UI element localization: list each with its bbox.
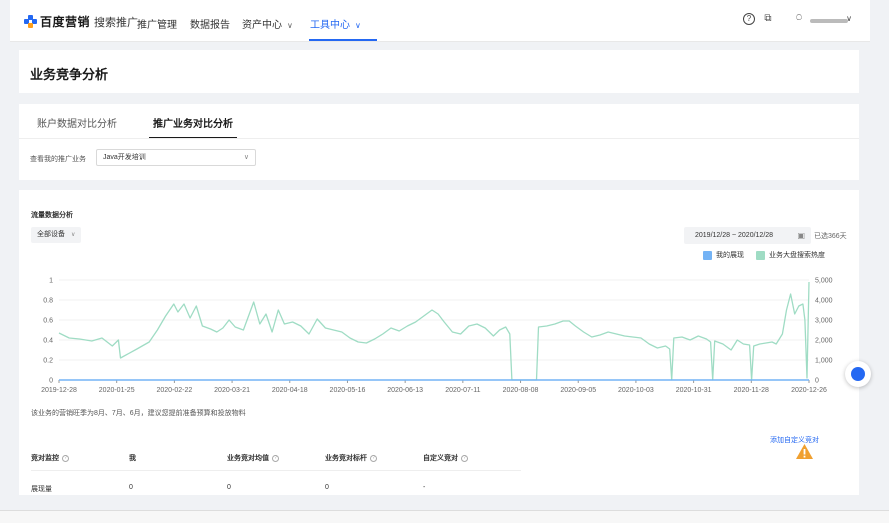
traffic-analysis-card: 流量数据分析 全部设备 ∨ 2019/12/28 ~ 2020/12/28 ▣ … xyxy=(19,190,859,495)
chevron-down-icon: ∨ xyxy=(70,232,76,238)
selected-days-count: 已选366天 xyxy=(814,233,847,240)
nav-item-data-report[interactable]: 数据报告 xyxy=(190,16,230,31)
business-select[interactable]: Java开发培训 ∨ xyxy=(96,149,256,166)
y-left-tick-label: 0.2 xyxy=(43,358,53,365)
help-icon[interactable]: ? xyxy=(461,454,468,462)
nav-item-tool-center[interactable]: 工具中心 ∨ xyxy=(310,16,361,31)
legend-swatch xyxy=(756,250,765,260)
y-left-tick-label: 1 xyxy=(49,278,53,285)
chevron-down-icon: ∨ xyxy=(287,21,293,30)
user-icon[interactable]: ⍥ xyxy=(793,13,805,25)
traffic-line-chart: 0 0 0.2 1,000 0.4 2,000 0.6 3,000 0.8 4,000 1 5,000… xyxy=(41,278,833,395)
y-left-tick-label: 0.4 xyxy=(43,338,53,345)
y-left-tick-label: 0 xyxy=(49,378,53,385)
x-tick-label: 2020-02-22 xyxy=(156,387,192,394)
help-icon[interactable]: ? xyxy=(743,13,755,25)
page-title: 业务竞争分析 xyxy=(30,67,109,82)
help-icon[interactable]: ? xyxy=(62,454,69,462)
legend-item-mine[interactable]: 我的展现 xyxy=(703,250,744,260)
series-line-market-heat xyxy=(58,281,810,381)
y-right-tick-label: 3,000 xyxy=(815,318,833,325)
tab-business-comparison[interactable]: 推广业务对比分析 xyxy=(153,115,233,130)
table-divider xyxy=(31,470,521,471)
active-nav-indicator xyxy=(309,39,377,41)
peak-season-note: 该业务的营销旺季为8月、7月、6月，建议您提前准备预算和投放物料 xyxy=(31,410,246,417)
chevron-down-icon[interactable]: ∨ xyxy=(843,13,855,25)
x-tick-label: 2020-05-16 xyxy=(330,387,366,394)
column-header-competitor-monitoring: 竞对监控? xyxy=(31,453,69,463)
x-tick-label: 2020-01-25 xyxy=(99,387,135,394)
table-cell-metric: 展现量 xyxy=(31,486,52,493)
table-cell-custom: - xyxy=(423,484,426,491)
y-right-tick-label: 5,000 xyxy=(815,278,833,285)
legend-label: 业务大盘搜索热度 xyxy=(769,252,825,259)
customer-service-button[interactable] xyxy=(845,361,871,387)
x-tick-label: 2020-09-05 xyxy=(560,387,596,394)
x-tick-label: 2020-12-26 xyxy=(791,387,827,394)
calendar-icon: ▣ xyxy=(797,231,805,240)
column-header-custom-competitor: 自定义竞对? xyxy=(423,453,468,463)
business-select-label: 查看我的推广业务 xyxy=(30,156,86,163)
divider xyxy=(19,138,859,139)
column-header-competitor-average: 业务竞对均值? xyxy=(227,453,279,463)
y-right-tick-label: 0 xyxy=(815,378,819,385)
y-left-tick-label: 0.6 xyxy=(43,318,53,325)
column-header-me: 我 xyxy=(129,455,136,462)
column-header-competitor-benchmark: 业务竞对标杆? xyxy=(325,453,377,463)
legend-label: 我的展现 xyxy=(716,252,744,259)
top-navigation: 百度营销 搜索推广 推广管理 数据报告 资产中心 ∨ 工具中心 ∨ ? ⧉ ⍥ ∨ xyxy=(10,0,870,42)
y-right-tick-label: 2,000 xyxy=(815,338,833,345)
x-tick-label: 2020-10-31 xyxy=(676,387,712,394)
bottom-bar xyxy=(0,510,889,523)
y-right-tick-label: 4,000 xyxy=(815,298,833,305)
date-range-value: 2019/12/28 ~ 2020/12/28 xyxy=(695,232,774,239)
brand-name: 百度营销 xyxy=(40,15,91,29)
chevron-down-icon: ∨ xyxy=(355,21,361,30)
x-tick-label: 2020-06-13 xyxy=(387,387,423,394)
x-tick-label: 2020-03-21 xyxy=(214,387,250,394)
legend-swatch xyxy=(703,250,712,260)
warning-icon xyxy=(796,444,813,459)
chevron-down-icon: ∨ xyxy=(243,154,249,161)
date-range-picker[interactable]: 2019/12/28 ~ 2020/12/28 ▣ xyxy=(684,227,811,244)
table-cell-benchmark: 0 xyxy=(325,484,329,491)
business-select-value: Java开发培训 xyxy=(103,154,146,161)
brand[interactable]: 百度营销 搜索推广 xyxy=(24,13,138,30)
y-right-tick-label: 1,000 xyxy=(815,358,833,365)
chat-icon xyxy=(851,367,865,381)
legend-item-market[interactable]: 业务大盘搜索热度 xyxy=(756,250,825,260)
x-tick-label: 2020-04-18 xyxy=(272,387,308,394)
baidu-marketing-logo-icon xyxy=(24,15,37,28)
tabs-filter-card: 账户数据对比分析 推广业务对比分析 查看我的推广业务 Java开发培训 ∨ xyxy=(19,104,859,180)
help-icon[interactable]: ? xyxy=(370,454,377,462)
tab-account-data-comparison[interactable]: 账户数据对比分析 xyxy=(37,115,117,130)
traffic-section-title: 流量数据分析 xyxy=(31,212,73,219)
device-select[interactable]: 全部设备 ∨ xyxy=(31,227,82,243)
page-header-card: 业务竞争分析 xyxy=(19,50,859,93)
table-cell-average: 0 xyxy=(227,484,231,491)
x-tick-label: 2020-07-11 xyxy=(445,387,480,394)
nav-item-asset-center[interactable]: 资产中心 ∨ xyxy=(242,16,293,31)
brand-subtitle: 搜索推广 xyxy=(94,16,139,29)
x-tick-label: 2020-08-08 xyxy=(503,387,539,394)
device-select-value: 全部设备 xyxy=(37,231,65,238)
table-cell-me: 0 xyxy=(129,484,133,491)
x-tick-label: 2019-12-28 xyxy=(41,387,77,394)
help-icon[interactable]: ? xyxy=(272,454,279,462)
copy-icon[interactable]: ⧉ xyxy=(762,13,774,25)
x-tick-label: 2020-11-28 xyxy=(734,387,769,394)
x-tick-label: 2020-10-03 xyxy=(618,387,654,394)
nav-item-promotion-management[interactable]: 推广管理 xyxy=(137,16,177,31)
y-left-tick-label: 0.8 xyxy=(43,298,53,305)
